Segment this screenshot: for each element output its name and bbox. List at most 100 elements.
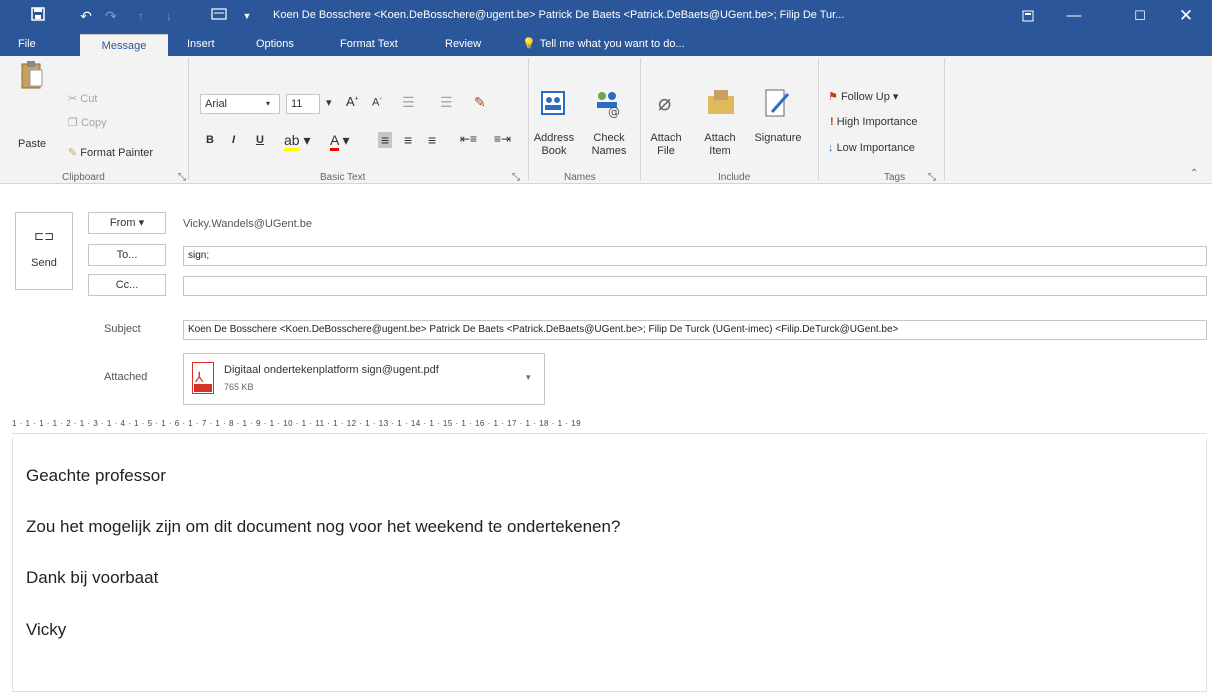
qat-dropdown-icon[interactable]: ▼ xyxy=(240,6,254,26)
up-arrow-icon[interactable]: ↑ xyxy=(132,6,150,26)
tab-file[interactable]: File xyxy=(18,32,36,56)
redo-icon[interactable]: ↷ xyxy=(102,6,120,26)
body-line: Dank bij voorbaat xyxy=(26,568,159,587)
divider xyxy=(528,58,529,180)
shrink-font-icon[interactable]: A- xyxy=(372,96,382,109)
align-left-icon[interactable]: ≡ xyxy=(378,132,393,148)
body-line: Vicky xyxy=(26,620,67,639)
ribbon-display-icon[interactable] xyxy=(1005,0,1051,32)
tab-insert[interactable]: Insert xyxy=(187,32,215,56)
tell-me-box[interactable]: 💡 Tell me what you want to do... xyxy=(522,32,685,56)
cut-button[interactable]: ✂ Cut xyxy=(68,92,97,105)
highlight-icon[interactable]: ab ▾ xyxy=(284,132,311,151)
subject-label: Subject xyxy=(104,323,141,335)
divider xyxy=(640,58,641,180)
font-dropdown-icon[interactable]: ▾ xyxy=(262,94,280,114)
include-group-label: Include xyxy=(718,172,751,183)
lightbulb-icon: 💡 xyxy=(522,38,536,50)
send-button[interactable]: ⊏⊐ Send xyxy=(15,212,73,290)
divider xyxy=(818,58,819,180)
copy-button[interactable]: ❐ Copy xyxy=(68,116,107,129)
attachment-chip[interactable]: ⅄ Digitaal ondertekenplatform sign@ugent… xyxy=(183,353,545,405)
cc-button[interactable]: Cc... xyxy=(88,274,166,296)
attachment-name: Digitaal ondertekenplatform sign@ugent.p… xyxy=(224,364,439,376)
flag-icon: ⚑ xyxy=(828,91,838,103)
format-painter-button[interactable]: ✎ Format Painter xyxy=(68,146,153,159)
exclamation-icon: ! xyxy=(830,116,834,128)
low-importance-button[interactable]: ↓ Low Importance xyxy=(828,142,915,154)
font-color-icon[interactable]: A ▾ xyxy=(330,132,350,151)
ruler: 1 · 1 · 1 · 1 · 2 · 1 · 3 · 1 · 4 · 1 · … xyxy=(12,414,1207,434)
maximize-icon[interactable]: ☐ xyxy=(1117,0,1163,32)
address-book-button[interactable]: Address Book xyxy=(532,132,576,158)
brush-icon: ✎ xyxy=(68,147,78,159)
body-line: Geachte professor xyxy=(26,466,166,485)
divider xyxy=(944,58,945,180)
names-group-label: Names xyxy=(564,172,596,183)
decrease-indent-icon[interactable]: ⇤≡ xyxy=(460,132,477,146)
tab-message[interactable]: Message xyxy=(80,34,168,56)
attached-label: Attached xyxy=(104,371,148,383)
tab-review[interactable]: Review xyxy=(445,32,481,56)
tags-launcher-icon[interactable]: ⤡ xyxy=(928,172,936,183)
attach-item-button[interactable]: Attach Item xyxy=(700,132,740,158)
title-bar: ↶ ↷ ↑ ↓ ▼ Koen De Bosschere <Koen.DeBoss… xyxy=(0,0,1212,56)
clipboard-launcher-icon[interactable]: ⤡ xyxy=(178,172,186,183)
address-book-icon[interactable] xyxy=(540,90,566,119)
window-title: Koen De Bosschere <Koen.DeBosschere@ugen… xyxy=(273,9,845,21)
undo-icon[interactable]: ↶ xyxy=(76,6,96,26)
paste-icon[interactable] xyxy=(20,60,44,93)
collapse-ribbon-icon[interactable]: ⌃ xyxy=(1190,168,1198,179)
grow-font-icon[interactable]: A+ xyxy=(346,94,359,109)
copy-icon: ❐ xyxy=(68,117,78,129)
scissors-icon: ✂ xyxy=(68,93,78,105)
attachment-dropdown-icon[interactable]: ▾ xyxy=(526,372,531,383)
bullets-icon[interactable]: ☰ xyxy=(402,94,415,111)
save-icon[interactable] xyxy=(28,6,48,26)
attach-file-button[interactable]: Attach File xyxy=(648,132,684,158)
to-button[interactable]: To... xyxy=(88,244,166,266)
paperclip-icon[interactable]: ⌀ xyxy=(658,90,671,116)
close-icon[interactable]: ✕ xyxy=(1163,0,1209,32)
subject-field[interactable]: Koen De Bosschere <Koen.DeBosschere@ugen… xyxy=(183,320,1207,340)
cc-field[interactable] xyxy=(183,276,1207,296)
clipboard-group-label: Clipboard xyxy=(62,172,105,183)
minimize-icon[interactable]: — xyxy=(1051,0,1097,32)
basic-text-launcher-icon[interactable]: ⤡ xyxy=(512,172,520,183)
customize-icon[interactable] xyxy=(208,6,230,26)
message-body[interactable]: Geachte professor Zou het mogelijk zijn … xyxy=(12,438,1207,692)
from-button[interactable]: From ▾ xyxy=(88,212,166,234)
divider xyxy=(188,58,189,180)
tab-options[interactable]: Options xyxy=(256,32,294,56)
clear-format-icon[interactable]: ✎ xyxy=(474,94,486,111)
font-size-select[interactable]: 11 xyxy=(286,94,320,114)
align-right-icon[interactable]: ≡ xyxy=(428,132,436,148)
svg-text:@: @ xyxy=(608,105,620,118)
down-arrow-icon: ↓ xyxy=(828,142,834,154)
bold-button[interactable]: B xyxy=(206,134,214,146)
to-field[interactable]: sign; xyxy=(183,246,1207,266)
check-names-button[interactable]: Check Names xyxy=(586,132,632,158)
paste-button[interactable]: Paste xyxy=(18,138,46,151)
signature-button[interactable]: Signature xyxy=(748,132,808,145)
body-line: Zou het mogelijk zijn om dit document no… xyxy=(26,517,621,536)
align-center-icon[interactable]: ≡ xyxy=(404,132,412,148)
attachment-size: 765 KB xyxy=(224,382,254,392)
high-importance-button[interactable]: ! High Importance xyxy=(830,116,917,128)
basic-text-group-label: Basic Text xyxy=(320,172,366,183)
italic-button[interactable]: I xyxy=(232,134,235,146)
pdf-icon: ⅄ xyxy=(192,362,214,394)
envelope-icon[interactable] xyxy=(706,88,736,119)
down-arrow-icon[interactable]: ↓ xyxy=(160,6,178,26)
underline-button[interactable]: U xyxy=(256,134,264,146)
signature-icon[interactable] xyxy=(764,88,790,121)
check-names-icon[interactable]: @ xyxy=(592,88,622,121)
compose-header: ⊏⊐ Send From ▾ Vicky.Wandels@UGent.be To… xyxy=(0,185,1212,410)
follow-up-button[interactable]: ⚑ Follow Up ▾ xyxy=(828,90,898,103)
from-value: Vicky.Wandels@UGent.be xyxy=(183,218,312,230)
tab-format-text[interactable]: Format Text xyxy=(340,32,398,56)
ribbon: Paste ✂ Cut ❐ Copy ✎ Format Painter Clip… xyxy=(0,56,1212,184)
increase-indent-icon[interactable]: ≡⇥ xyxy=(494,132,511,146)
numbering-icon[interactable]: ☰ xyxy=(440,94,453,111)
size-dropdown-icon[interactable]: ▾ xyxy=(326,96,332,109)
